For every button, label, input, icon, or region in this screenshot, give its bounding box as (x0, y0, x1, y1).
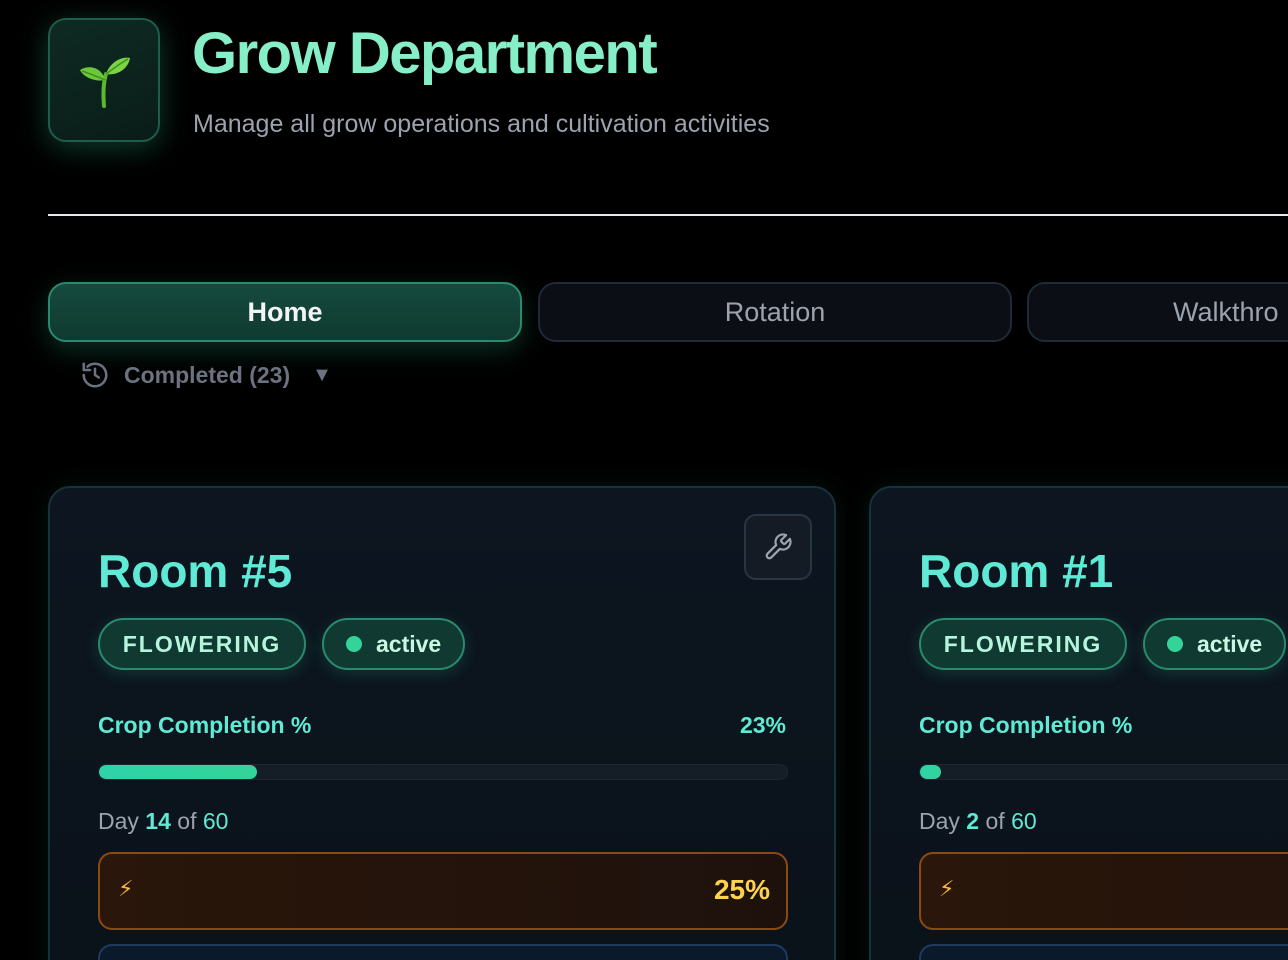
page-title: Grow Department (192, 21, 658, 86)
stage-label: FLOWERING (122, 630, 282, 657)
progress-fill (99, 765, 258, 779)
day-counter: Day 2 of 60 (919, 808, 1037, 835)
tab-label: Walkthro (1173, 296, 1279, 327)
status-dot (1167, 636, 1183, 652)
power-panel: ⚡ (919, 852, 1288, 930)
stage-label: FLOWERING (943, 630, 1103, 657)
power-panel: ⚡ 25% (98, 852, 788, 930)
progress-label: Crop Completion % (919, 712, 1133, 738)
progress-value: 23% (739, 712, 786, 738)
status-label: active (376, 630, 442, 657)
tab-rotation[interactable]: Rotation (538, 282, 1012, 342)
stage-badge: FLOWERING (98, 618, 306, 670)
tab-label: Rotation (724, 296, 826, 327)
status-badge: active (322, 618, 466, 670)
status-badge: active (1143, 618, 1287, 670)
room-card[interactable]: Room #5 FLOWERING active Crop Completion… (48, 486, 836, 960)
history-icon (82, 362, 108, 388)
room-title: Room #1 (919, 545, 1114, 597)
day-of: of (985, 808, 1005, 834)
info-panel (919, 944, 1288, 960)
day-total: 60 (1011, 808, 1037, 834)
lightning-icon: ⚡ (118, 876, 134, 901)
room-card[interactable]: Room #1 FLOWERING active Crop Completion… (869, 486, 1288, 960)
tab-label: Home (247, 296, 323, 327)
power-value: 25% (713, 874, 770, 905)
day-current: 14 (145, 808, 171, 834)
header-divider (48, 214, 1288, 216)
day-of: of (177, 808, 197, 834)
settings-button[interactable] (744, 514, 812, 580)
tab-walkthrough[interactable]: Walkthro (1027, 282, 1288, 342)
info-panel (98, 944, 788, 960)
wrench-icon (765, 533, 792, 560)
tab-home[interactable]: Home (48, 282, 522, 342)
completed-toggle[interactable]: Completed (23) ▼ (80, 358, 332, 392)
day-current: 2 (966, 808, 980, 834)
day-prefix: Day (919, 808, 960, 834)
completed-label: Completed (23) (124, 361, 291, 388)
status-label: active (1197, 630, 1263, 657)
progress-fill (920, 765, 941, 779)
room-title: Room #5 (98, 545, 293, 597)
lightning-icon: ⚡ (939, 876, 955, 901)
day-prefix: Day (98, 808, 139, 834)
page: Grow Department Manage all grow operatio… (0, 0, 1288, 960)
progress-label: Crop Completion % (98, 712, 312, 738)
stage-badge: FLOWERING (919, 618, 1127, 670)
page-subtitle: Manage all grow operations and cultivati… (193, 110, 770, 138)
progress-bar (98, 764, 788, 780)
app-logo (48, 18, 160, 142)
seedling-icon (80, 57, 130, 108)
status-dot (346, 636, 362, 652)
day-counter: Day 14 of 60 (98, 808, 228, 835)
chevron-down-icon: ▼ (312, 363, 332, 386)
progress-bar (919, 764, 1288, 780)
day-total: 60 (202, 808, 229, 834)
